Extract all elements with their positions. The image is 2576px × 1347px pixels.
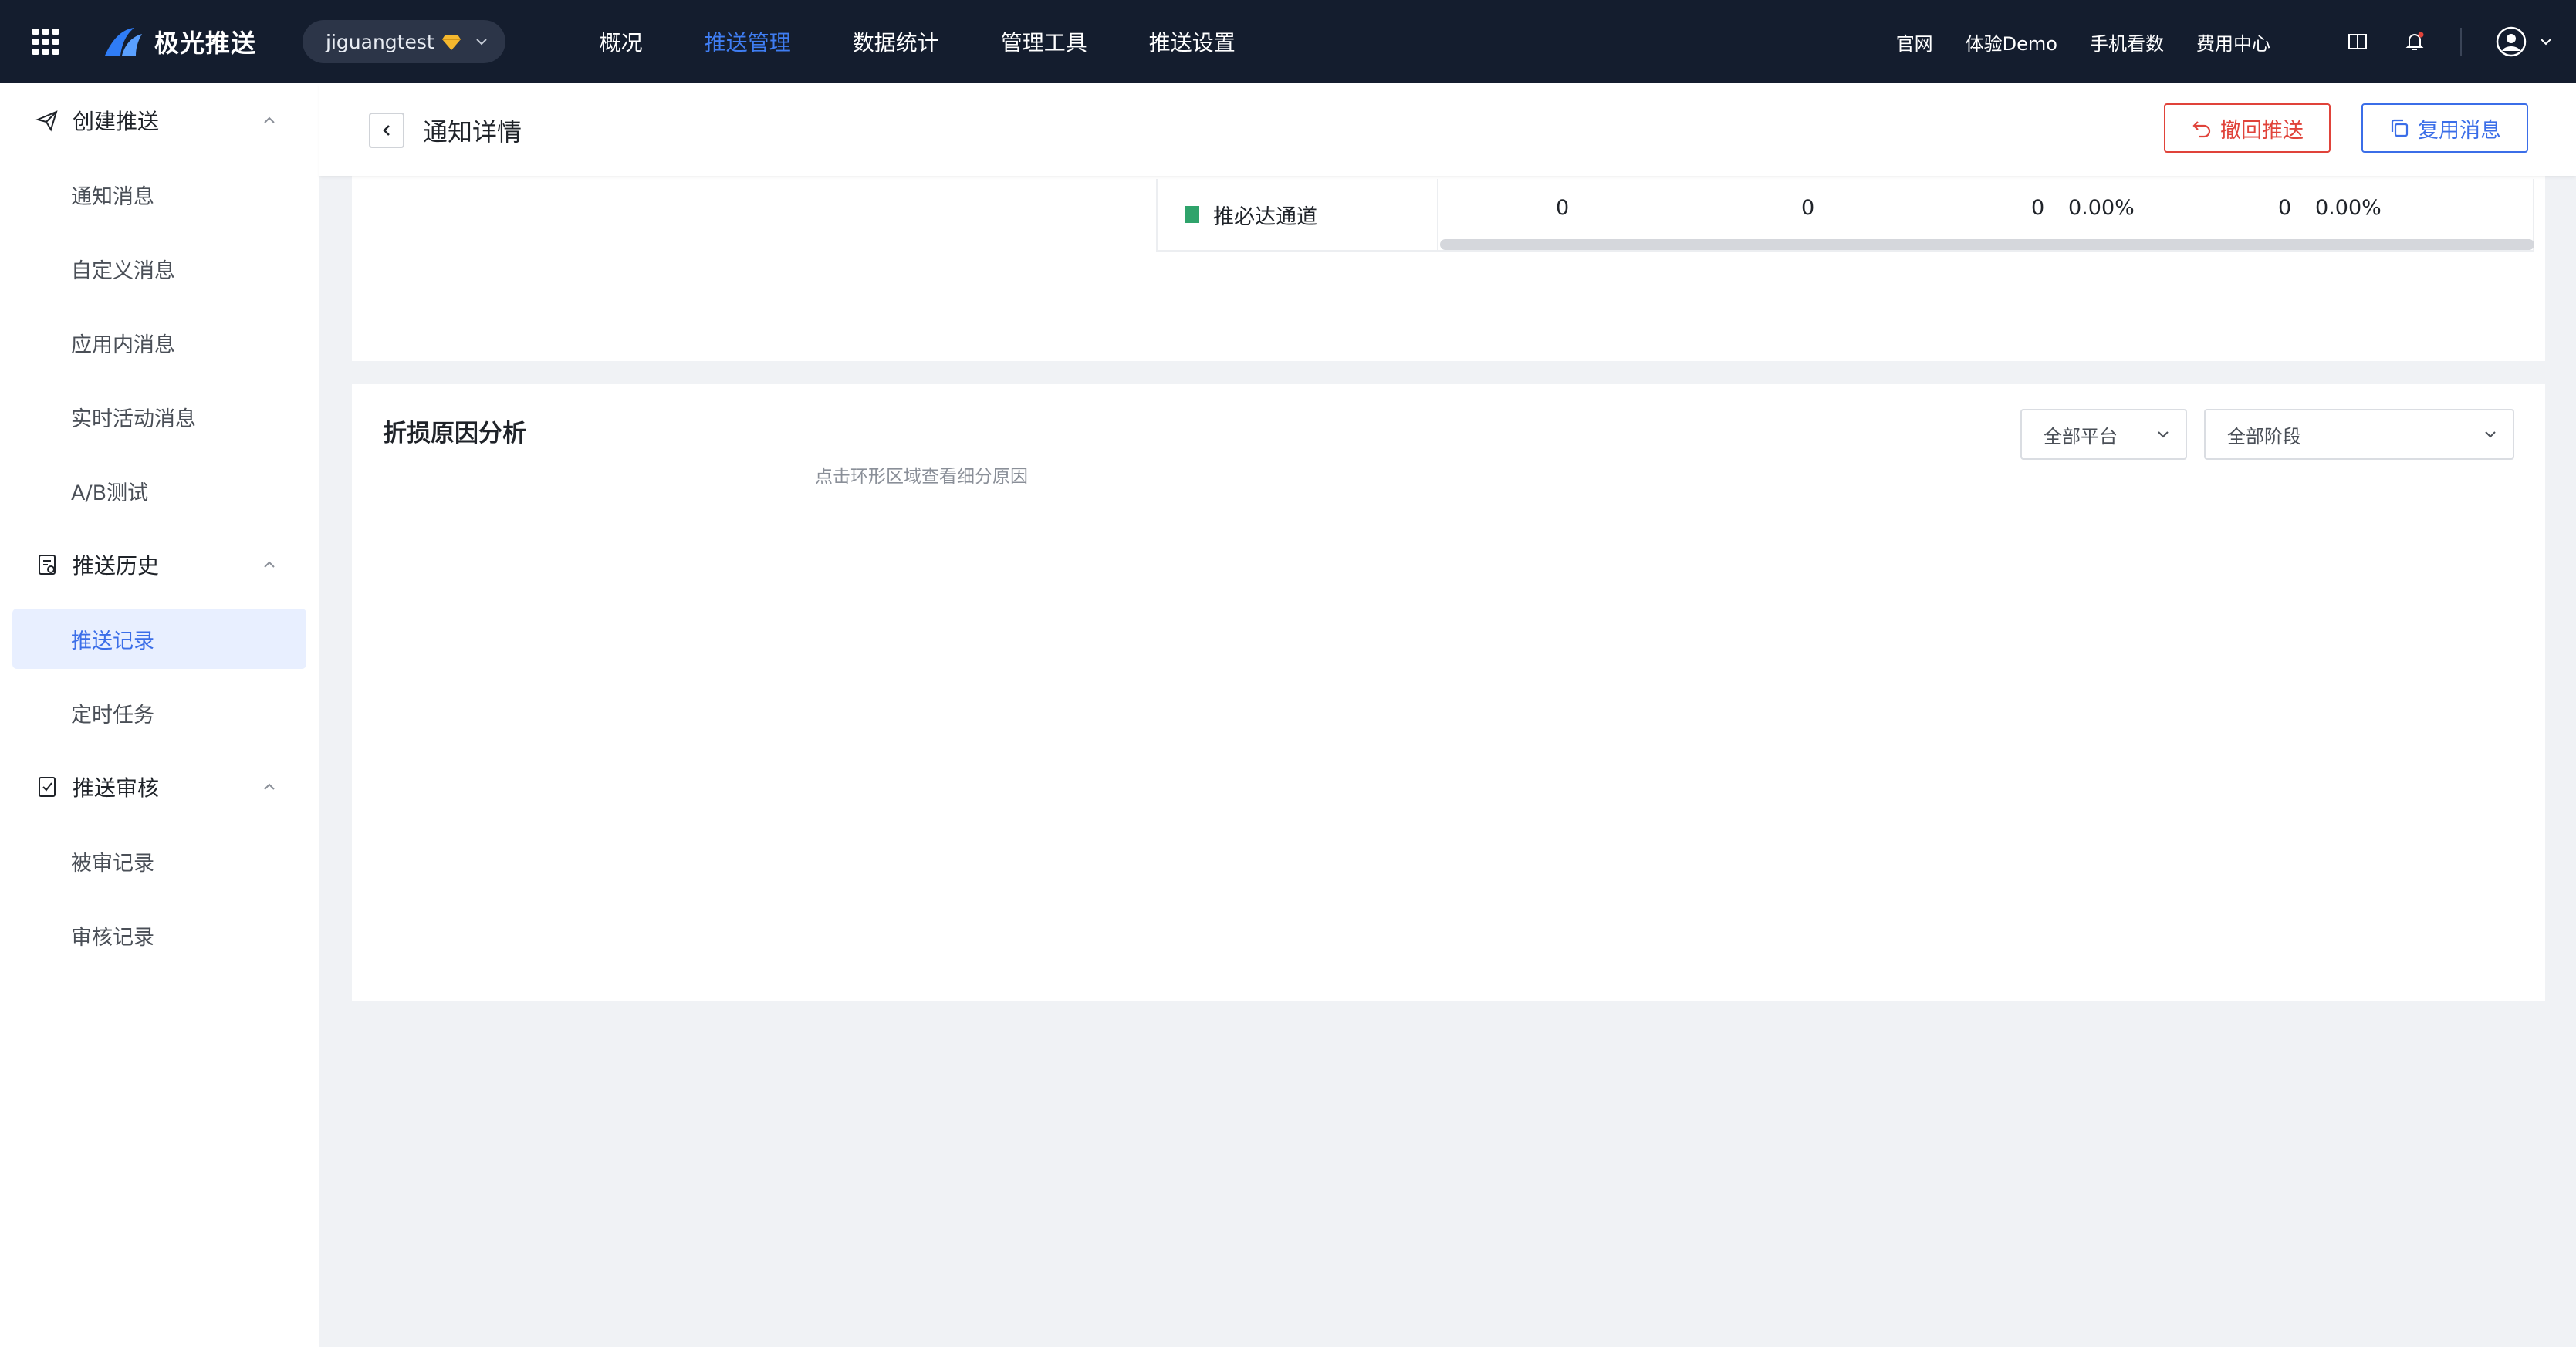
- sidebar-item-live-activity[interactable]: 实时活动消息: [0, 380, 319, 454]
- channel-cell: 0: [1801, 196, 1815, 220]
- app-grid-icon[interactable]: [32, 29, 59, 55]
- account-name: jiguangtest: [326, 30, 434, 53]
- stage-select[interactable]: 全部阶段: [2204, 409, 2514, 460]
- bell-icon[interactable]: [2403, 30, 2426, 53]
- nav-push-management[interactable]: 推送管理: [674, 0, 822, 83]
- channel-color-swatch: [1185, 206, 1199, 223]
- sidebar-item-notification[interactable]: 通知消息: [0, 157, 319, 231]
- page-title: 通知详情: [423, 117, 522, 147]
- chevron-up-icon: [264, 561, 275, 568]
- link-demo[interactable]: 体验Demo: [1966, 29, 2057, 56]
- avatar-icon: [2496, 26, 2527, 57]
- sidebar-item-scheduled-tasks[interactable]: 定时任务: [0, 676, 319, 750]
- channel-table: 推必达通道 0 0 0 0.00% 0 0.00%: [1156, 179, 2534, 252]
- sidebar-group-label: 推送审核: [73, 775, 160, 801]
- back-button[interactable]: [369, 113, 404, 148]
- sidebar-item-push-records[interactable]: 推送记录: [12, 609, 306, 669]
- send-icon: [35, 110, 58, 132]
- chevron-up-icon: [264, 783, 275, 790]
- vip-gem-icon: [441, 35, 461, 50]
- top-icons: [2346, 26, 2576, 57]
- chevron-down-icon: [2541, 39, 2551, 46]
- link-billing[interactable]: 费用中心: [2196, 29, 2270, 56]
- platform-select[interactable]: 全部平台: [2020, 409, 2187, 460]
- caret-down-icon: [2158, 431, 2169, 438]
- main-nav: 概况 推送管理 数据统计 管理工具 推送设置: [569, 0, 1266, 83]
- channel-name: 推必达通道: [1213, 204, 1317, 229]
- horizontal-scrollbar[interactable]: [1440, 239, 2534, 250]
- sidebar-group-history[interactable]: 推送历史: [0, 528, 319, 602]
- chevron-down-icon: [475, 39, 487, 46]
- caret-down-icon: [2485, 431, 2496, 438]
- top-right-area: 官网 体验Demo 手机看数 费用中心: [1896, 0, 2576, 83]
- sidebar-item-reviewed-records[interactable]: 被审记录: [0, 824, 319, 898]
- undo-icon: [2192, 121, 2211, 138]
- top-bar: 极光推送 jiguangtest 概况 推送管理 数据统计 管理工具 推送设置 …: [0, 0, 2576, 83]
- book-icon[interactable]: [2346, 30, 2369, 53]
- brand-logo[interactable]: 极光推送: [103, 24, 256, 59]
- copy-icon: [2391, 119, 2409, 137]
- account-switcher[interactable]: jiguangtest: [303, 20, 505, 63]
- platform-select-value: 全部平台: [2044, 425, 2118, 447]
- loss-analysis-title: 折损原因分析: [383, 420, 526, 447]
- main-content: 通知详情 撤回推送 复用消息 推必达通道 0 0 0 0.00% 0 0.00%…: [319, 83, 2576, 1347]
- chevron-left-icon: [383, 125, 390, 136]
- sidebar-group-label: 推送历史: [73, 553, 160, 579]
- nav-overview[interactable]: 概况: [569, 0, 674, 83]
- channel-cell: 0: [1556, 196, 1570, 220]
- link-official-site[interactable]: 官网: [1896, 29, 1933, 56]
- channel-cell: 0: [2031, 196, 2045, 220]
- reuse-message-label: 复用消息: [2418, 118, 2501, 143]
- page-header: 通知详情 撤回推送 复用消息: [319, 83, 2576, 176]
- channel-row-label: 推必达通道: [1158, 179, 1438, 250]
- sidebar-group-create[interactable]: 创建推送: [0, 83, 319, 157]
- channel-stats-card: 推必达通道 0 0 0 0.00% 0 0.00%: [352, 167, 2545, 361]
- channel-cell: 0: [2278, 196, 2292, 220]
- stage-select-value: 全部阶段: [2227, 425, 2301, 447]
- reuse-message-button[interactable]: 复用消息: [2361, 103, 2528, 153]
- loss-analysis-card: 折损原因分析 全部平台 全部阶段 点击环形区域查看细分原因: [352, 384, 2545, 1001]
- sidebar-item-review-records[interactable]: 审核记录: [0, 898, 319, 972]
- link-mobile-view[interactable]: 手机看数: [2090, 29, 2164, 56]
- donut-hint: 点击环形区域查看细分原因: [815, 467, 1028, 487]
- aurora-logo-icon: [105, 28, 142, 56]
- divider: [2460, 28, 2462, 56]
- sidebar-group-label: 创建推送: [73, 109, 160, 134]
- nav-statistics[interactable]: 数据统计: [822, 0, 970, 83]
- recall-push-button[interactable]: 撤回推送: [2164, 103, 2331, 153]
- channel-cell: 0.00%: [2315, 196, 2382, 220]
- recall-push-label: 撤回推送: [2220, 118, 2304, 143]
- sidebar-item-custom-message[interactable]: 自定义消息: [0, 231, 319, 306]
- nav-tools[interactable]: 管理工具: [970, 0, 1118, 83]
- sidebar-item-ab-test[interactable]: A/B测试: [0, 454, 319, 528]
- sidebar-group-review[interactable]: 推送审核: [0, 750, 319, 824]
- brand-name: 极光推送: [154, 29, 257, 58]
- user-menu[interactable]: [2496, 26, 2553, 57]
- channel-cell: 0.00%: [2068, 196, 2135, 220]
- nav-push-settings[interactable]: 推送设置: [1118, 0, 1266, 83]
- sidebar-item-in-app-message[interactable]: 应用内消息: [0, 306, 319, 380]
- review-doc-icon: [39, 777, 56, 797]
- history-doc-icon: [39, 555, 56, 575]
- sidebar: 创建推送 通知消息 自定义消息 应用内消息 实时活动消息 A/B测试 推送历史 …: [0, 83, 319, 1347]
- chevron-up-icon: [264, 116, 275, 123]
